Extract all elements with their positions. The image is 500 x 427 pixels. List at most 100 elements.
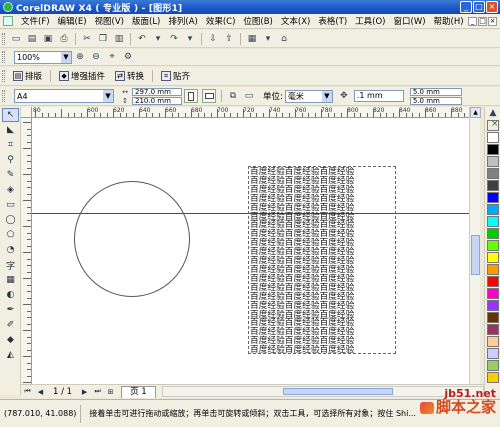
zoom-tool-icon[interactable]: ⚲ <box>2 153 19 167</box>
interactive-fill-tool-icon[interactable]: ◭ <box>2 348 19 362</box>
horizontal-ruler[interactable]: 80 600 620 640 660 680 700 720 740 760 7… <box>32 107 469 118</box>
color-swatch[interactable] <box>487 252 499 263</box>
paragraph-text-frame[interactable]: 百度经验百度经验百度经验 百度经验百度经验百度经验 百度经验百度经验百度经验 百度经验… <box>248 166 396 354</box>
ellipse-shape[interactable] <box>74 181 190 297</box>
color-swatch[interactable] <box>487 360 499 371</box>
zoom-level-select[interactable]: 100% ▼ <box>14 50 72 64</box>
color-swatch[interactable] <box>487 240 499 251</box>
color-swatch[interactable] <box>487 156 499 167</box>
color-swatch[interactable] <box>487 216 499 227</box>
welcome-icon[interactable]: ⌂ <box>277 32 291 46</box>
toolbar-grip[interactable] <box>2 51 5 63</box>
freehand-tool-icon[interactable]: ✎ <box>2 168 19 182</box>
undo-dropdown-icon[interactable]: ▾ <box>151 32 165 46</box>
menu-arrange[interactable]: 排列(A) <box>164 15 201 27</box>
open-icon[interactable]: ▤ <box>25 32 39 46</box>
page-height-input[interactable]: 210.0 mm <box>132 96 182 105</box>
page-tab[interactable]: 页 1 <box>121 385 156 398</box>
add-page-icon[interactable]: ⊞ <box>105 386 116 397</box>
new-icon[interactable]: ▭ <box>9 32 23 46</box>
fill-tool-icon[interactable]: ◆ <box>2 333 19 347</box>
portrait-button[interactable] <box>184 89 198 103</box>
save-icon[interactable]: ▣ <box>41 32 55 46</box>
table-tool-icon[interactable]: ▦ <box>2 273 19 287</box>
print-icon[interactable]: ⎙ <box>57 32 71 46</box>
menu-view[interactable]: 视图(V) <box>91 15 128 27</box>
shape-tool-icon[interactable]: ◣ <box>2 123 19 137</box>
color-swatch[interactable] <box>487 312 499 323</box>
pick-tool-icon[interactable]: ↖ <box>2 108 19 122</box>
basic-shapes-tool-icon[interactable]: ◔ <box>2 243 19 257</box>
enhance-plugin-button[interactable]: ◆ 增强插件 <box>54 68 110 84</box>
duplicate-y-input[interactable]: 5.0 mm <box>409 96 462 105</box>
crop-tool-icon[interactable]: ⌗ <box>2 138 19 152</box>
maximize-button[interactable]: □ <box>473 1 485 13</box>
menu-table[interactable]: 表格(T) <box>314 15 351 27</box>
vertical-scroll-thumb[interactable] <box>471 235 480 275</box>
color-swatch[interactable] <box>487 168 499 179</box>
minimize-button[interactable]: _ <box>460 1 472 13</box>
nudge-distance-input[interactable]: .1 mm <box>353 90 404 102</box>
chevron-down-icon[interactable]: ▼ <box>321 90 332 102</box>
menu-edit[interactable]: 编辑(E) <box>54 15 91 27</box>
color-swatch[interactable] <box>487 228 499 239</box>
menu-effects[interactable]: 效果(C) <box>202 15 240 27</box>
toolbar-grip[interactable] <box>2 90 5 102</box>
last-page-icon[interactable]: ⏭ <box>92 386 103 397</box>
paper-size-select[interactable]: A4 ▼ <box>14 89 114 103</box>
import-icon[interactable]: ⇩ <box>206 32 220 46</box>
menu-help[interactable]: 帮助(H) <box>430 15 468 27</box>
color-swatch[interactable] <box>487 144 499 155</box>
page-width-input[interactable]: 297.0 mm <box>132 87 182 96</box>
chevron-down-icon[interactable]: ▼ <box>61 51 71 63</box>
zoom-in-icon[interactable]: ⊕ <box>73 50 87 64</box>
doc-close-button[interactable]: × <box>488 16 497 26</box>
color-swatch[interactable] <box>487 348 499 359</box>
paste-icon[interactable]: ▥ <box>112 32 126 46</box>
vertical-scrollbar[interactable]: ▲ <box>469 107 481 384</box>
export-icon[interactable]: ⇧ <box>222 32 236 46</box>
snap-to-button[interactable]: ⌗ 贴齐 <box>156 68 195 84</box>
menu-window[interactable]: 窗口(W) <box>390 15 430 27</box>
cut-icon[interactable]: ✂ <box>80 32 94 46</box>
text-tool-icon[interactable]: 字 <box>2 258 19 272</box>
all-pages-icon[interactable]: ⧉ <box>226 89 240 103</box>
horizontal-scroll-thumb[interactable] <box>282 388 393 395</box>
unit-select[interactable]: 毫米 ▼ <box>284 89 333 103</box>
rectangle-tool-icon[interactable]: ▭ <box>2 198 19 212</box>
toolbar-grip[interactable] <box>2 70 5 82</box>
ellipse-tool-icon[interactable]: ◯ <box>2 213 19 227</box>
no-color-swatch[interactable]: × <box>487 119 499 131</box>
first-page-icon[interactable]: ⏮ <box>22 386 33 397</box>
doc-minimize-button[interactable]: _ <box>468 16 477 26</box>
duplicate-x-input[interactable]: 5.0 mm <box>409 87 462 96</box>
color-swatch[interactable] <box>487 300 499 311</box>
outline-tool-icon[interactable]: ✐ <box>2 318 19 332</box>
application-launcher-icon[interactable]: ▦ <box>245 32 259 46</box>
toolbar-grip[interactable] <box>2 32 5 45</box>
undo-icon[interactable]: ↶ <box>135 32 149 46</box>
chevron-down-icon[interactable]: ▼ <box>103 90 113 102</box>
color-swatch[interactable] <box>487 264 499 275</box>
eyedropper-tool-icon[interactable]: ✒ <box>2 303 19 317</box>
scroll-up-icon[interactable]: ▲ <box>470 107 481 118</box>
launcher-dropdown-icon[interactable]: ▾ <box>261 32 275 46</box>
menu-layout[interactable]: 版面(L) <box>128 15 164 27</box>
copy-icon[interactable]: ❐ <box>96 32 110 46</box>
snap-icon[interactable]: ⌖ <box>105 50 119 64</box>
color-swatch[interactable] <box>487 324 499 335</box>
palette-scroll-up-icon[interactable]: ▲ <box>487 108 499 118</box>
color-swatch[interactable] <box>487 336 499 347</box>
ruler-corner[interactable] <box>21 107 32 118</box>
document-icon[interactable] <box>3 16 13 26</box>
doc-restore-button[interactable]: □ <box>478 16 487 26</box>
redo-dropdown-icon[interactable]: ▾ <box>183 32 197 46</box>
current-page-icon[interactable]: ▭ <box>242 89 256 103</box>
drawing-canvas[interactable]: 百度经验百度经验百度经验 百度经验百度经验百度经验 百度经验百度经验百度经验 百度经验… <box>32 118 469 384</box>
close-button[interactable]: × <box>486 1 498 13</box>
menu-tools[interactable]: 工具(O) <box>351 15 389 27</box>
redo-icon[interactable]: ↷ <box>167 32 181 46</box>
color-swatch[interactable] <box>487 288 499 299</box>
landscape-button[interactable] <box>202 89 216 103</box>
options-icon[interactable]: ⚙ <box>121 50 135 64</box>
